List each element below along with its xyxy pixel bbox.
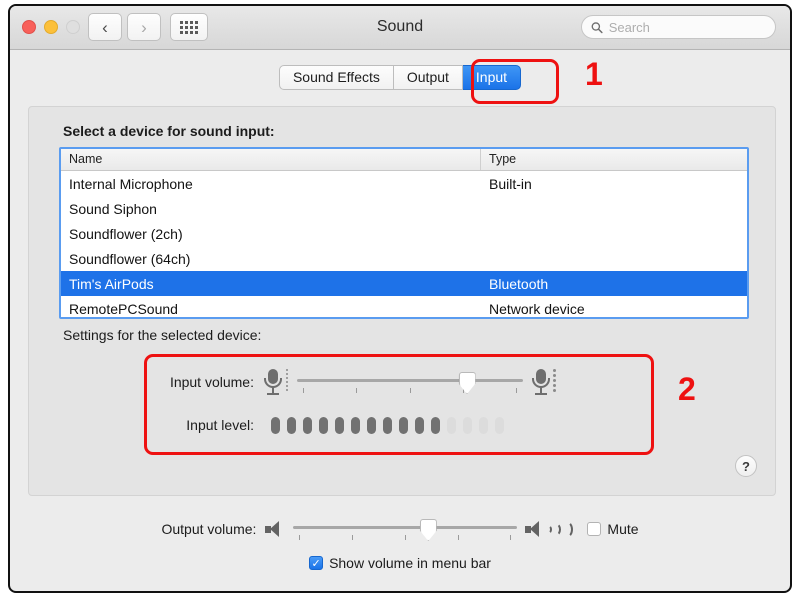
input-volume-row: Input volume: [151, 359, 663, 405]
level-segment-active [367, 416, 376, 434]
level-segment-active [335, 416, 344, 434]
slider-ticks [303, 388, 517, 393]
level-segment-active [287, 416, 296, 434]
window-titlebar: ‹ › Sound [10, 6, 790, 50]
level-segment-active [415, 416, 424, 434]
show-volume-label: Show volume in menu bar [329, 555, 491, 571]
search-field[interactable] [581, 15, 776, 39]
annotation-number-1: 1 [585, 56, 603, 92]
mute-label: Mute [607, 521, 639, 537]
level-segment-active [351, 416, 360, 434]
input-level-label: Input level: [186, 417, 254, 433]
speaker-high-icon [525, 520, 545, 538]
device-name: RemotePCSound [69, 300, 178, 317]
show-volume-checkbox[interactable]: ✓ [309, 556, 324, 570]
device-name: Sound Siphon [69, 200, 157, 217]
table-row[interactable]: Internal Microphone Built-in [61, 171, 747, 196]
level-segment-active [431, 416, 440, 434]
level-segment-inactive [463, 416, 472, 434]
microphone-high-icon [531, 367, 557, 397]
show-volume-row: ✓ Show volume in menu bar [10, 555, 790, 571]
settings-label: Settings for the selected device: [63, 327, 262, 343]
slider-track [297, 379, 523, 382]
input-device-table[interactable]: Name Type Internal Microphone Built-in S… [59, 147, 749, 319]
device-name: Soundflower (64ch) [69, 250, 191, 267]
table-row[interactable]: RemotePCSound Network device [61, 296, 747, 317]
input-settings-area: Input volume: Input level: [151, 359, 663, 461]
tab-output[interactable]: Output [393, 64, 463, 90]
level-segment-inactive [447, 416, 456, 434]
input-level-row: Input level: [151, 405, 663, 445]
output-volume-row: Output volume: Mute [10, 514, 790, 544]
table-header: Name Type [61, 149, 747, 171]
table-row-selected[interactable]: Tim's AirPods Bluetooth [61, 271, 747, 296]
device-name: Tim's AirPods [69, 275, 154, 292]
tab-bar: Sound Effects Output Input [10, 50, 790, 104]
device-type: Built-in [489, 175, 532, 192]
output-volume-label: Output volume: [161, 521, 257, 537]
tab-input[interactable]: Input [462, 64, 522, 90]
slider-track [293, 526, 518, 529]
table-row[interactable]: Soundflower (2ch) [61, 221, 747, 246]
slider-ticks [299, 535, 512, 540]
table-row[interactable]: Sound Siphon [61, 196, 747, 221]
level-segment-active [399, 416, 408, 434]
microphone-low-icon [263, 367, 289, 397]
device-name: Soundflower (2ch) [69, 225, 183, 242]
level-segment-active [303, 416, 312, 434]
speaker-low-icon [265, 520, 285, 538]
sound-preferences-window: ‹ › Sound Sound Effects Output Input [8, 4, 792, 593]
level-segment-inactive [495, 416, 504, 434]
column-header-type: Type [489, 152, 517, 166]
level-segment-active [383, 416, 392, 434]
input-settings-panel: Select a device for sound input: Name Ty… [28, 106, 776, 496]
annotation-number-2: 2 [678, 371, 696, 407]
device-type: Network device [489, 300, 585, 317]
input-volume-label: Input volume: [169, 374, 254, 390]
mute-checkbox[interactable] [587, 522, 602, 536]
column-header-name: Name [61, 149, 481, 170]
device-name: Internal Microphone [69, 175, 193, 192]
level-segment-active [271, 416, 280, 434]
device-type: Bluetooth [489, 275, 549, 292]
tab-sound-effects[interactable]: Sound Effects [278, 64, 394, 90]
search-input[interactable] [608, 19, 766, 35]
level-segment-active [319, 416, 328, 434]
search-icon [591, 21, 603, 33]
level-segment-inactive [479, 416, 488, 434]
help-button[interactable]: ? [735, 455, 757, 477]
speaker-waves-icon [546, 520, 574, 538]
output-volume-slider[interactable] [293, 514, 518, 544]
input-volume-slider[interactable] [297, 367, 523, 397]
table-row[interactable]: Soundflower (64ch) [61, 246, 747, 271]
device-list-label: Select a device for sound input: [63, 123, 275, 139]
input-level-meter [271, 416, 504, 434]
